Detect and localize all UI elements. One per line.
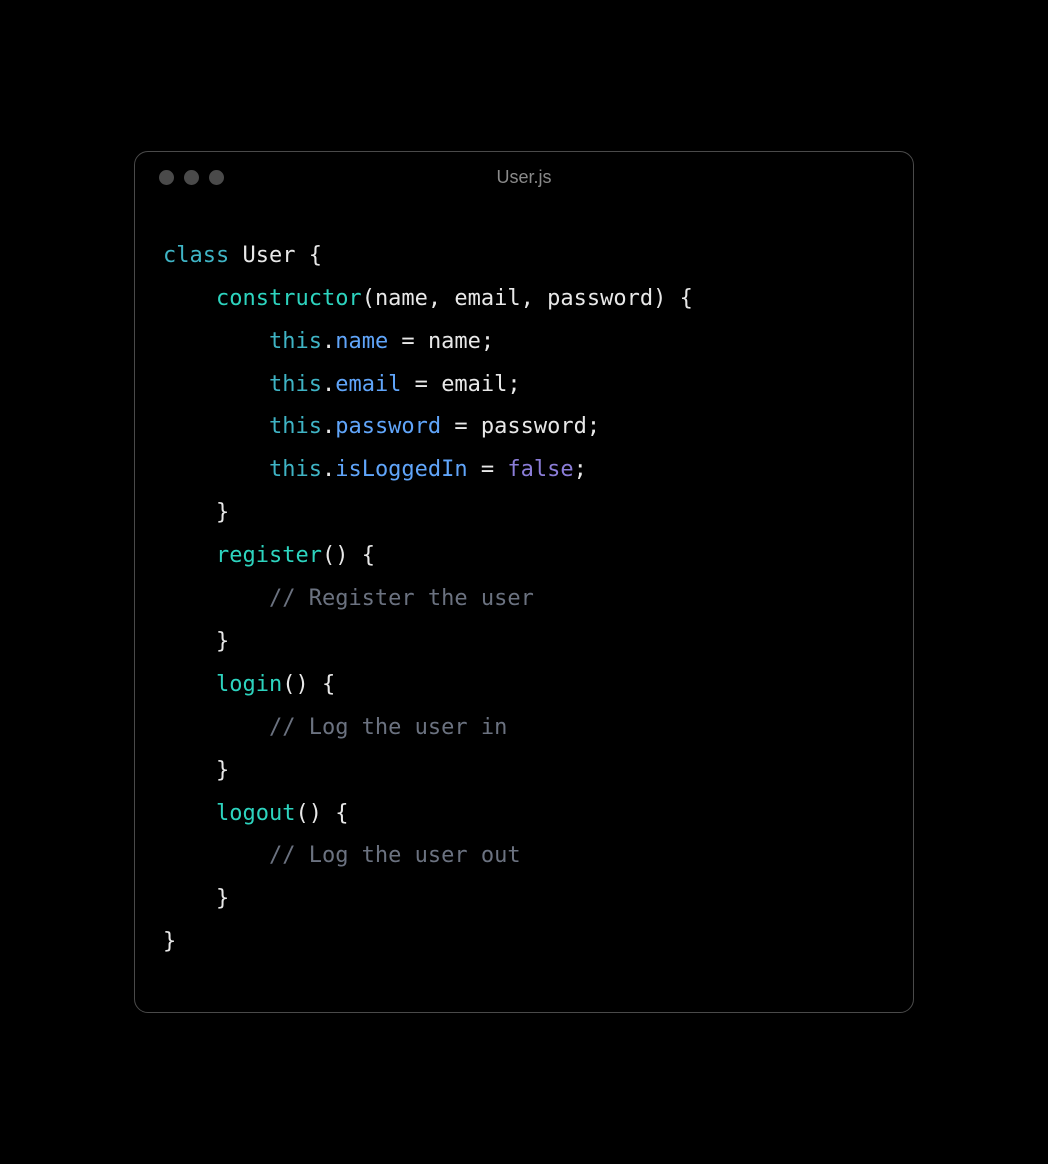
- titlebar: User.js: [135, 152, 913, 203]
- code-window: User.js class User { constructor(name, e…: [134, 151, 914, 1013]
- comment-register: // Register the user: [269, 586, 534, 611]
- param-email: email: [454, 286, 520, 311]
- indent: [163, 758, 216, 783]
- dot: .: [322, 329, 335, 354]
- dot: .: [322, 414, 335, 439]
- indent: [163, 414, 269, 439]
- close-brace: }: [163, 929, 176, 954]
- parens: (): [282, 672, 309, 697]
- assign: =: [468, 457, 508, 482]
- brace-open: {: [322, 801, 349, 826]
- indent: [163, 629, 216, 654]
- indent: [163, 672, 216, 697]
- close-brace: }: [216, 629, 229, 654]
- param-name: name: [375, 286, 428, 311]
- comment-login: // Log the user in: [269, 715, 507, 740]
- window-title: User.js: [496, 167, 551, 188]
- paren-open: (: [362, 286, 375, 311]
- semi: ;: [574, 457, 587, 482]
- semi: ;: [481, 329, 494, 354]
- method-login: login: [216, 672, 282, 697]
- brace-open: {: [666, 286, 693, 311]
- indent: [163, 843, 269, 868]
- indent: [163, 329, 269, 354]
- close-button[interactable]: [159, 170, 174, 185]
- indent: [163, 543, 216, 568]
- var-name: name: [428, 329, 481, 354]
- method-logout: logout: [216, 801, 295, 826]
- minimize-button[interactable]: [184, 170, 199, 185]
- comma: ,: [428, 286, 455, 311]
- indent: [163, 801, 216, 826]
- assign: =: [401, 372, 441, 397]
- paren-close: ): [653, 286, 666, 311]
- indent: [163, 715, 269, 740]
- keyword-this: this: [269, 414, 322, 439]
- property-email: email: [335, 372, 401, 397]
- indent: [163, 500, 216, 525]
- brace-open: {: [348, 543, 375, 568]
- property-name: name: [335, 329, 388, 354]
- dot: .: [322, 372, 335, 397]
- parens: (): [295, 801, 322, 826]
- indent: [163, 372, 269, 397]
- keyword-this: this: [269, 372, 322, 397]
- maximize-button[interactable]: [209, 170, 224, 185]
- indent: [163, 286, 216, 311]
- method-register: register: [216, 543, 322, 568]
- keyword-this: this: [269, 457, 322, 482]
- traffic-lights: [159, 170, 224, 185]
- parens: (): [322, 543, 349, 568]
- dot: .: [322, 457, 335, 482]
- open-brace: {: [295, 243, 322, 268]
- brace-open: {: [309, 672, 336, 697]
- semi: ;: [507, 372, 520, 397]
- assign: =: [388, 329, 428, 354]
- comment-logout: // Log the user out: [269, 843, 521, 868]
- method-constructor: constructor: [216, 286, 362, 311]
- close-brace: }: [216, 886, 229, 911]
- semi: ;: [587, 414, 600, 439]
- param-password: password: [547, 286, 653, 311]
- property-password: password: [335, 414, 441, 439]
- indent: [163, 457, 269, 482]
- var-email: email: [441, 372, 507, 397]
- close-brace: }: [216, 500, 229, 525]
- close-brace: }: [216, 758, 229, 783]
- var-password: password: [481, 414, 587, 439]
- keyword-class: class: [163, 243, 229, 268]
- boolean-false: false: [507, 457, 573, 482]
- indent: [163, 586, 269, 611]
- class-name: User: [242, 243, 295, 268]
- assign: =: [441, 414, 481, 439]
- property-isloggedin: isLoggedIn: [335, 457, 467, 482]
- indent: [163, 886, 216, 911]
- comma: ,: [521, 286, 548, 311]
- code-editor[interactable]: class User { constructor(name, email, pa…: [135, 203, 913, 1012]
- keyword-this: this: [269, 329, 322, 354]
